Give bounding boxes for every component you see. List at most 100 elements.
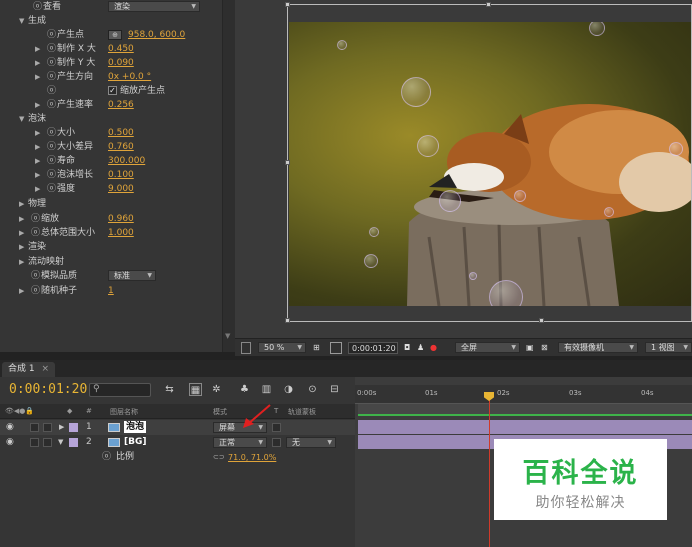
snapshot-camera-icon[interactable]: ◘ [404, 342, 410, 354]
expand-triangle-icon[interactable]: ▶ [35, 56, 40, 70]
stopwatch-icon[interactable]: ⓞ [47, 42, 56, 56]
fx-scrollbar[interactable]: ▼ [222, 0, 235, 352]
fx-row[interactable]: ▶ ⓞ 大小 0.500 [0, 126, 222, 140]
lock-toggle[interactable] [43, 423, 52, 432]
expand-triangle-icon[interactable]: ▶ [19, 240, 24, 254]
sim-quality-dropdown[interactable]: 标准 [108, 270, 156, 281]
stopwatch-icon[interactable]: ⓞ [33, 0, 42, 14]
fx-row-view[interactable]: ⓞ 查看 渲染 [0, 0, 222, 14]
fx-group-flow-map[interactable]: ▶ 流动映射 [0, 255, 222, 269]
stopwatch-icon[interactable]: ⓞ [47, 168, 56, 182]
layer-bar[interactable] [358, 420, 692, 434]
stopwatch-icon[interactable]: ⓞ [31, 212, 40, 226]
fx-value[interactable]: 300.000 [108, 154, 145, 168]
layer-row[interactable]: ◉ ▼ 2 [BG] 正常 无 [0, 435, 355, 450]
fx-value[interactable]: 0.100 [108, 168, 134, 182]
expand-triangle-icon[interactable]: ▼ [19, 112, 24, 126]
transform-handle[interactable] [539, 318, 544, 323]
stopwatch-icon[interactable]: ⓞ [31, 284, 40, 298]
fx-value[interactable]: 1.000 [108, 226, 134, 240]
expand-triangle-icon[interactable]: ▼ [19, 14, 24, 28]
crosshair-icon[interactable]: ⊕ [108, 30, 122, 40]
fx-row[interactable]: ▶ ⓞ 大小差异 0.760 [0, 140, 222, 154]
current-time-display[interactable]: 0:00:01:20 [9, 382, 87, 397]
expand-triangle-icon[interactable]: ▶ [19, 226, 24, 240]
fx-row-scale-producer[interactable]: ⓞ ✓ 缩放产生点 [0, 84, 222, 98]
fx-row[interactable]: ▶ ⓞ 制作 Y 大 0.090 [0, 56, 222, 70]
expand-triangle-icon[interactable]: ▶ [19, 197, 24, 211]
brainstorm-icon[interactable]: ⊙ [306, 383, 319, 396]
expand-triangle-icon[interactable]: ▶ [59, 420, 64, 435]
transform-handle[interactable] [486, 2, 491, 7]
zoom-dropdown[interactable]: 50 % [258, 342, 306, 353]
stopwatch-icon[interactable]: ⓞ [47, 98, 56, 112]
label-color-swatch[interactable] [69, 423, 78, 432]
transform-handle[interactable] [285, 318, 290, 323]
fx-value[interactable]: 0.256 [108, 98, 134, 112]
expand-triangle-icon[interactable]: ▶ [35, 140, 40, 154]
expand-triangle-icon[interactable]: ▶ [35, 168, 40, 182]
show-snapshot-icon[interactable]: ♟ [417, 342, 424, 354]
resolution-dropdown[interactable]: 全屏 [455, 342, 520, 353]
stopwatch-icon[interactable]: ⓞ [31, 269, 40, 283]
camera-dropdown[interactable]: 有效摄像机 [558, 342, 638, 353]
hide-shy-layers-icon[interactable]: ♣ [238, 383, 251, 396]
fx-row-producer-point[interactable]: ⓞ 产生点 ⊕ 958.0, 600.0 [0, 28, 222, 42]
layer-row[interactable]: ◉ ▶ 1 泡泡 屏幕 [0, 420, 355, 435]
transform-handle[interactable] [285, 2, 290, 7]
scroll-down-icon[interactable]: ▼ [225, 332, 230, 340]
view-dropdown[interactable]: 渲染 [108, 1, 200, 12]
stopwatch-icon[interactable]: ⓞ [47, 84, 56, 98]
fx-value[interactable]: 0.500 [108, 126, 134, 140]
motion-blur-icon[interactable]: ◑ [282, 383, 295, 396]
fx-value[interactable]: 0.090 [108, 56, 134, 70]
transparency-grid-icon[interactable]: ⊠ [541, 342, 548, 354]
preserve-transparency-toggle[interactable] [272, 438, 281, 447]
stopwatch-icon[interactable]: ⓞ [31, 226, 40, 240]
fx-value[interactable]: 0.760 [108, 140, 134, 154]
time-ruler[interactable]: 0:00s 01s 02s 03s 04s [355, 385, 692, 404]
expand-triangle-icon[interactable]: ▶ [35, 182, 40, 196]
fx-group-bubble[interactable]: ▼ 泡沫 [0, 112, 222, 126]
checkbox-checked-icon[interactable]: ✓ [108, 86, 117, 95]
stopwatch-icon[interactable]: ⓞ [47, 28, 56, 42]
fx-value[interactable]: 9.000 [108, 182, 134, 196]
fx-group-physics[interactable]: ▶ 物理 [0, 197, 222, 211]
expand-triangle-icon[interactable]: ▶ [35, 126, 40, 140]
close-tab-icon[interactable]: × [41, 364, 49, 374]
track-matte-dropdown[interactable]: 无 [286, 437, 336, 448]
expand-triangle-icon[interactable]: ▶ [35, 42, 40, 56]
lock-toggle[interactable] [43, 438, 52, 447]
fx-row[interactable]: ▶ ⓞ 缩放 0.960 [0, 212, 222, 226]
fx-row[interactable]: ▶ ⓞ 总体范围大小 1.000 [0, 226, 222, 240]
layer-search-input[interactable]: ⚲ [89, 383, 151, 397]
fx-row[interactable]: ▶ ⓞ 产生速率 0.256 [0, 98, 222, 112]
solo-toggle[interactable] [30, 423, 39, 432]
stopwatch-icon[interactable]: ⓞ [47, 182, 56, 196]
region-of-interest-icon[interactable] [330, 342, 342, 354]
always-preview-icon[interactable] [241, 342, 251, 354]
fx-value[interactable]: 1 [108, 284, 114, 298]
transform-handle[interactable] [285, 160, 290, 165]
expand-triangle-icon[interactable]: ▶ [35, 98, 40, 112]
fx-row[interactable]: ▶ ⓞ 泡沫增长 0.100 [0, 168, 222, 182]
expand-triangle-icon[interactable]: ▶ [35, 70, 40, 84]
fx-value[interactable]: 958.0, 600.0 [128, 28, 185, 42]
stopwatch-icon[interactable]: ⓞ [47, 70, 56, 84]
fx-row[interactable]: ▶ ⓞ 制作 X 大 0.450 [0, 42, 222, 56]
grid-icon[interactable]: ⊞ [313, 342, 320, 354]
stopwatch-icon[interactable]: ⓞ [47, 140, 56, 154]
property-row-scale[interactable]: ⓞ 比例 ⊂⊃ 71.0, 71.0% [0, 450, 355, 465]
graph-editor-icon[interactable]: ⊟ [328, 383, 341, 396]
scale-value[interactable]: 71.0, 71.0% [228, 450, 276, 465]
collapse-triangle-icon[interactable]: ▼ [58, 435, 63, 450]
eye-icon[interactable]: ◉ [6, 420, 14, 435]
fx-row[interactable]: ▶ ⓞ 寿命 300.000 [0, 154, 222, 168]
viewer-timecode[interactable]: 0:00:01:20 [348, 342, 398, 354]
layer-name[interactable]: [BG] [124, 435, 146, 450]
stopwatch-icon[interactable]: ⓞ [102, 450, 111, 465]
tab-composition-1[interactable]: 合成 1 × [2, 362, 56, 377]
blend-mode-dropdown[interactable]: 正常 [213, 437, 267, 448]
fx-row[interactable]: ▶ ⓞ 产生方向 0x +0.0 ° [0, 70, 222, 84]
constrain-proportions-icon[interactable]: ⊂⊃ [213, 450, 225, 465]
